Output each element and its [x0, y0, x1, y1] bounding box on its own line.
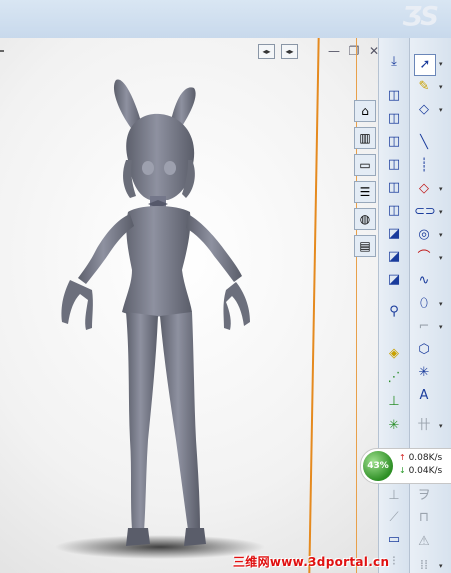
home-icon[interactable]: ⌂	[354, 100, 376, 122]
chamfer-icon[interactable]: ヲ	[414, 486, 434, 506]
text-icon[interactable]: A	[414, 386, 434, 406]
pattern-grid-dropdown-icon[interactable]: ▾	[439, 562, 443, 570]
section-view-icon[interactable]: ⚲	[384, 302, 404, 322]
view-cube-4-icon[interactable]: ◫	[384, 155, 404, 175]
offset-icon[interactable]: ⟋	[384, 508, 404, 528]
left-shoe	[126, 528, 150, 546]
right-hand	[223, 282, 250, 330]
view-cube-9-icon[interactable]: ◪	[384, 270, 404, 290]
download-speed-row: ↓ 0.04K/s	[399, 466, 442, 476]
spline-icon[interactable]: ∿	[414, 271, 434, 291]
centerline-dash-icon[interactable]: ┊	[414, 156, 434, 176]
select-icon[interactable]: ➚	[414, 54, 436, 76]
right-eye	[164, 161, 176, 175]
polygon-dropdown-icon[interactable]: ▾	[439, 185, 443, 193]
3d-model-figure[interactable]	[0, 0, 330, 573]
smart-dim-icon[interactable]: ◇	[414, 100, 434, 120]
view-toolbar: ⤓ ◫ ◫ ◫ ◫ ◫ ◫ ◪ ◪ ◪ ⚲ ◈ ⋰ ⊥ ✳ ⊥ ⟋ ▭ ⁝	[378, 38, 409, 573]
view-palette-icon[interactable]: ☰	[354, 181, 376, 203]
centerline-icon[interactable]: ⋰	[384, 368, 404, 388]
ellipse-icon[interactable]: ⬯	[414, 294, 434, 314]
circle-dropdown-icon[interactable]: ▾	[439, 231, 443, 239]
polygon-icon[interactable]: ◇	[414, 179, 434, 199]
upload-speed-row: ↑ 0.08K/s	[399, 453, 442, 463]
watermark-text: 三维网www.3dportal.cn	[233, 555, 390, 569]
ellipse-dropdown-icon[interactable]: ▾	[439, 300, 443, 308]
upload-arrow-icon: ↑	[399, 453, 406, 462]
hexagon-icon[interactable]: ⬡	[414, 340, 434, 360]
task-pane-tabs: ⌂ ▥ ▭ ☰ ◍ ▤	[354, 100, 376, 262]
right-shoe	[184, 528, 206, 546]
arc-dropdown-icon[interactable]: ▾	[439, 254, 443, 262]
custom-properties-icon[interactable]: ▤	[354, 235, 376, 257]
left-hand	[61, 280, 93, 330]
head	[126, 113, 195, 200]
viewport-window-controls: — ❐ ✕	[327, 44, 381, 58]
view-cube-7-icon[interactable]: ◪	[384, 224, 404, 244]
appearances-icon[interactable]: ◍	[354, 208, 376, 230]
slot-icon[interactable]: ⊂⊃	[414, 202, 436, 222]
line-icon[interactable]: ╲	[414, 133, 434, 153]
ds-logo-icon: ƷS	[402, 2, 439, 32]
point-icon[interactable]: ✳	[414, 363, 434, 383]
mirror-icon[interactable]: ⊥	[384, 486, 404, 506]
view-cube-6-icon[interactable]: ◫	[384, 201, 404, 221]
circle-icon[interactable]: ◎	[414, 225, 434, 245]
view-cube-icon[interactable]: ◫	[384, 86, 404, 106]
download-speed: 0.04K/s	[408, 466, 443, 476]
network-monitor[interactable]: 43% ↑ 0.08K/s ↓ 0.04K/s	[360, 448, 451, 484]
warning-icon[interactable]: ⚠	[414, 532, 434, 552]
right-arm	[186, 214, 242, 282]
file-explorer-icon[interactable]: ▭	[354, 154, 376, 176]
left-leg	[126, 312, 158, 532]
download-arrow-icon: ↓	[399, 466, 406, 475]
select-dropdown-icon[interactable]: ▾	[439, 60, 443, 68]
fillet-dropdown-icon[interactable]: ▾	[439, 323, 443, 331]
network-percent: 43%	[363, 451, 393, 481]
pattern-grid-icon[interactable]: ⁞⁞	[414, 556, 434, 573]
smart-dimension-icon[interactable]: ◈	[384, 344, 404, 364]
sketch-dropdown-icon[interactable]: ▾	[439, 83, 443, 91]
slot-dropdown-icon[interactable]: ▾	[439, 208, 443, 216]
sketch-toolbar: ➚ ▾ ✎ ▾ ◇ ▾ ╲ ┊ ◇ ▾ ⊂⊃ ▾ ◎ ▾ ⌒ ▾ ∿ ⬯ ▾ ⌐…	[409, 38, 451, 573]
left-eye	[142, 161, 154, 175]
grid-dropdown-icon[interactable]: ▾	[439, 422, 443, 430]
solidworks-window: ƷS ◂▸ ◂▸ — ❐ ✕ ⌂ ▥ ▭ ☰ ◍ ▤ ⤓ ◫ ◫ ◫ ◫ ◫ ◫…	[0, 0, 451, 573]
design-library-icon[interactable]: ▥	[354, 127, 376, 149]
view-cube-2-icon[interactable]: ◫	[384, 109, 404, 129]
arc-icon[interactable]: ⌒	[414, 248, 434, 268]
upload-speed: 0.08K/s	[408, 453, 443, 463]
fillet-icon[interactable]: ⌐	[414, 317, 434, 337]
left-arm	[78, 214, 134, 284]
view-cube-3-icon[interactable]: ◫	[384, 132, 404, 152]
restore-icon[interactable]: ❐	[347, 44, 361, 58]
grid-icon[interactable]: 卄	[414, 416, 434, 436]
view-cube-8-icon[interactable]: ◪	[384, 247, 404, 267]
line-tool-icon[interactable]: ▭	[384, 530, 404, 550]
smart-dim-dropdown-icon[interactable]: ▾	[439, 106, 443, 114]
view-cube-5-icon[interactable]: ◫	[384, 178, 404, 198]
sketch-icon[interactable]: ✎	[414, 77, 434, 97]
right-leg	[160, 312, 200, 530]
normal-to-icon[interactable]: ⤓	[384, 52, 404, 72]
axis-icon[interactable]: ⊥	[384, 392, 404, 412]
offset-entities-icon[interactable]: ⊓	[414, 508, 434, 528]
pattern-icon[interactable]: ✳	[384, 416, 404, 436]
